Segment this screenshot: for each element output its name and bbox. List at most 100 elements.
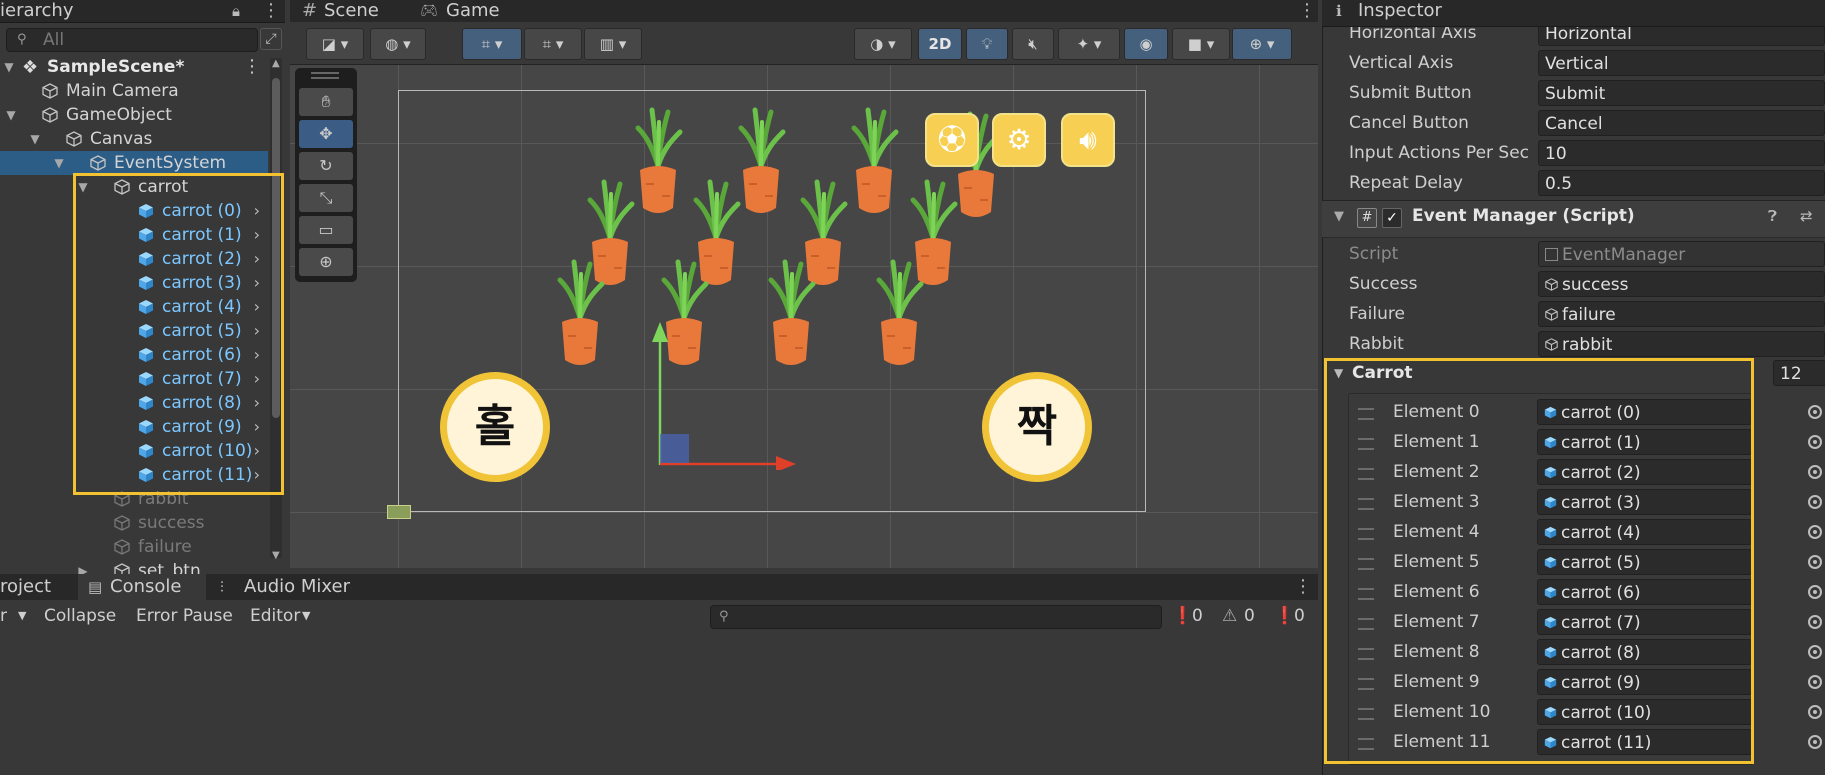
carrot-sprite[interactable]	[848, 106, 900, 218]
scene-root-row[interactable]: ▼ ❖ SampleScene* ⋮	[0, 55, 268, 79]
audio-mute-icon[interactable]: 🔇︎	[1012, 28, 1054, 60]
drag-handle-icon[interactable]	[1358, 708, 1374, 720]
odd-coin-button[interactable]: 홀	[440, 372, 550, 482]
tab-audio-mixer[interactable]: Audio Mixer	[244, 576, 350, 598]
hierarchy-item[interactable]: ▼ carrot	[0, 175, 268, 199]
tab-game[interactable]: Game	[446, 0, 500, 22]
component-enabled-checkbox[interactable]: ✓	[1382, 208, 1402, 228]
camera-dropdown[interactable]: ■ ▾	[1172, 28, 1230, 60]
drag-handle-icon[interactable]	[1358, 558, 1374, 570]
component-foldout-icon[interactable]: ▼	[1334, 209, 1344, 224]
component-header[interactable]: ▼ # ✓ Event Manager (Script) ❓︎ ⇄	[1322, 200, 1825, 238]
create-button[interactable]: ⤢	[260, 28, 282, 50]
hierarchy-item[interactable]: carrot (2) ›	[0, 247, 268, 271]
console-search-field[interactable]: ⚲	[710, 605, 1162, 629]
array-element-field[interactable]: carrot (10)	[1537, 699, 1752, 725]
hierarchy-item[interactable]: carrot (5) ›	[0, 319, 268, 343]
reference-field[interactable]: success	[1538, 271, 1825, 297]
array-element-field[interactable]: carrot (0)	[1537, 399, 1752, 425]
hierarchy-item[interactable]: Main Camera	[0, 79, 268, 103]
object-picker-icon[interactable]	[1808, 435, 1822, 449]
chevron-right-icon[interactable]: ›	[254, 439, 260, 463]
carrot-sprite[interactable]	[632, 106, 684, 218]
object-picker-icon[interactable]	[1808, 555, 1822, 569]
object-picker-icon[interactable]	[1808, 405, 1822, 419]
scene-more-icon[interactable]: ⋮	[1298, 0, 1316, 22]
array-element-field[interactable]: carrot (1)	[1537, 429, 1752, 455]
object-picker-icon[interactable]	[1808, 615, 1822, 629]
array-element-field[interactable]: carrot (3)	[1537, 489, 1752, 515]
error-count[interactable]: 0	[1294, 604, 1305, 628]
property-field[interactable]: Vertical	[1538, 50, 1825, 76]
chevron-right-icon[interactable]: ›	[254, 391, 260, 415]
chevron-right-icon[interactable]: ›	[254, 295, 260, 319]
scene-menu-icon[interactable]: ⋮	[243, 55, 261, 79]
hierarchy-item[interactable]: failure	[0, 535, 268, 559]
property-field[interactable]: Cancel	[1538, 110, 1825, 136]
array-element-field[interactable]: carrot (2)	[1537, 459, 1752, 485]
tab-scene[interactable]: Scene	[324, 0, 379, 22]
chevron-right-icon[interactable]: ›	[254, 223, 260, 247]
soccer-ball-button[interactable]: ⚽︎	[925, 113, 979, 167]
hierarchy-tab[interactable]: ierarchy	[0, 0, 73, 22]
property-field[interactable]: 10	[1538, 140, 1825, 166]
property-field[interactable]: Submit	[1538, 80, 1825, 106]
rotate-tool-icon[interactable]: ↻	[299, 152, 353, 180]
property-field[interactable]: 0.5	[1538, 170, 1825, 196]
hierarchy-item[interactable]: success	[0, 511, 268, 535]
scroll-up-icon[interactable]: ▲	[272, 58, 280, 69]
drag-handle-icon[interactable]	[1358, 408, 1374, 420]
hierarchy-item[interactable]: carrot (4) ›	[0, 295, 268, 319]
chevron-right-icon[interactable]: ›	[254, 343, 260, 367]
tab-inspector[interactable]: Inspector	[1358, 0, 1442, 22]
draw-mode-dropdown[interactable]: ◪ ▾	[306, 28, 364, 60]
hand-tool-icon[interactable]: ✋︎	[299, 88, 353, 116]
carrot-sprite[interactable]	[873, 258, 925, 370]
array-element-field[interactable]: carrot (8)	[1537, 639, 1752, 665]
carrot-sprite[interactable]	[554, 258, 606, 370]
hierarchy-item[interactable]: rabbit	[0, 487, 268, 511]
rect-tool-icon[interactable]: ▭	[299, 216, 353, 244]
reference-field[interactable]: rabbit	[1538, 331, 1825, 357]
render-mode-dropdown[interactable]: ◑ ▾	[854, 28, 912, 60]
object-picker-icon[interactable]	[1808, 705, 1822, 719]
expand-icon[interactable]: ▼	[2, 55, 16, 79]
clear-button[interactable]: r	[0, 604, 7, 628]
grid-visual-dropdown[interactable]: ▥ ▾	[584, 28, 642, 60]
script-field[interactable]: EventManager	[1538, 241, 1825, 267]
help-icon[interactable]: ❓︎	[1768, 207, 1777, 225]
settings-button[interactable]: ⚙	[992, 113, 1046, 167]
hierarchy-scroll-thumb[interactable]	[272, 78, 280, 418]
object-picker-icon[interactable]	[1808, 675, 1822, 689]
gizmos-dropdown[interactable]: ⊕ ▾	[1232, 28, 1292, 60]
hierarchy-item[interactable]: ▼ Canvas	[0, 127, 268, 151]
object-picker-icon[interactable]	[1808, 495, 1822, 509]
hierarchy-item[interactable]: carrot (8) ›	[0, 391, 268, 415]
2d-toggle-button[interactable]: 2D	[918, 28, 962, 60]
array-element-field[interactable]: carrot (7)	[1537, 609, 1752, 635]
tab-console[interactable]: Console	[110, 576, 181, 598]
hierarchy-item[interactable]: carrot (10) ›	[0, 439, 268, 463]
array-element-field[interactable]: carrot (9)	[1537, 669, 1752, 695]
array-element-field[interactable]: carrot (4)	[1537, 519, 1752, 545]
lighting-icon[interactable]: 💡︎	[966, 28, 1008, 60]
editor-dropdown[interactable]: Editor	[250, 604, 300, 628]
hierarchy-item[interactable]: carrot (11) ›	[0, 463, 268, 487]
hidden-objects-icon[interactable]: ◉	[1124, 28, 1168, 60]
carrot-array-size[interactable]: 12	[1773, 360, 1825, 386]
info-count[interactable]: 0	[1192, 604, 1203, 628]
drag-handle-icon[interactable]	[1358, 468, 1374, 480]
carrot-foldout-icon[interactable]: ▼	[1334, 360, 1343, 386]
drag-handle-icon[interactable]	[1358, 528, 1374, 540]
chevron-right-icon[interactable]: ›	[254, 271, 260, 295]
hierarchy-search-field[interactable]: ⚲ All	[6, 28, 258, 52]
hierarchy-item[interactable]: ▼ GameObject	[0, 103, 268, 127]
drag-handle-icon[interactable]	[1358, 438, 1374, 450]
hierarchy-item[interactable]: carrot (0) ›	[0, 199, 268, 223]
hierarchy-item[interactable]: carrot (9) ›	[0, 415, 268, 439]
console-log-area[interactable]	[0, 632, 1318, 775]
drag-handle-icon[interactable]	[1358, 588, 1374, 600]
even-coin-button[interactable]: 짝	[982, 372, 1092, 482]
globe-dropdown[interactable]: ◍ ▾	[370, 28, 426, 60]
object-picker-icon[interactable]	[1808, 465, 1822, 479]
